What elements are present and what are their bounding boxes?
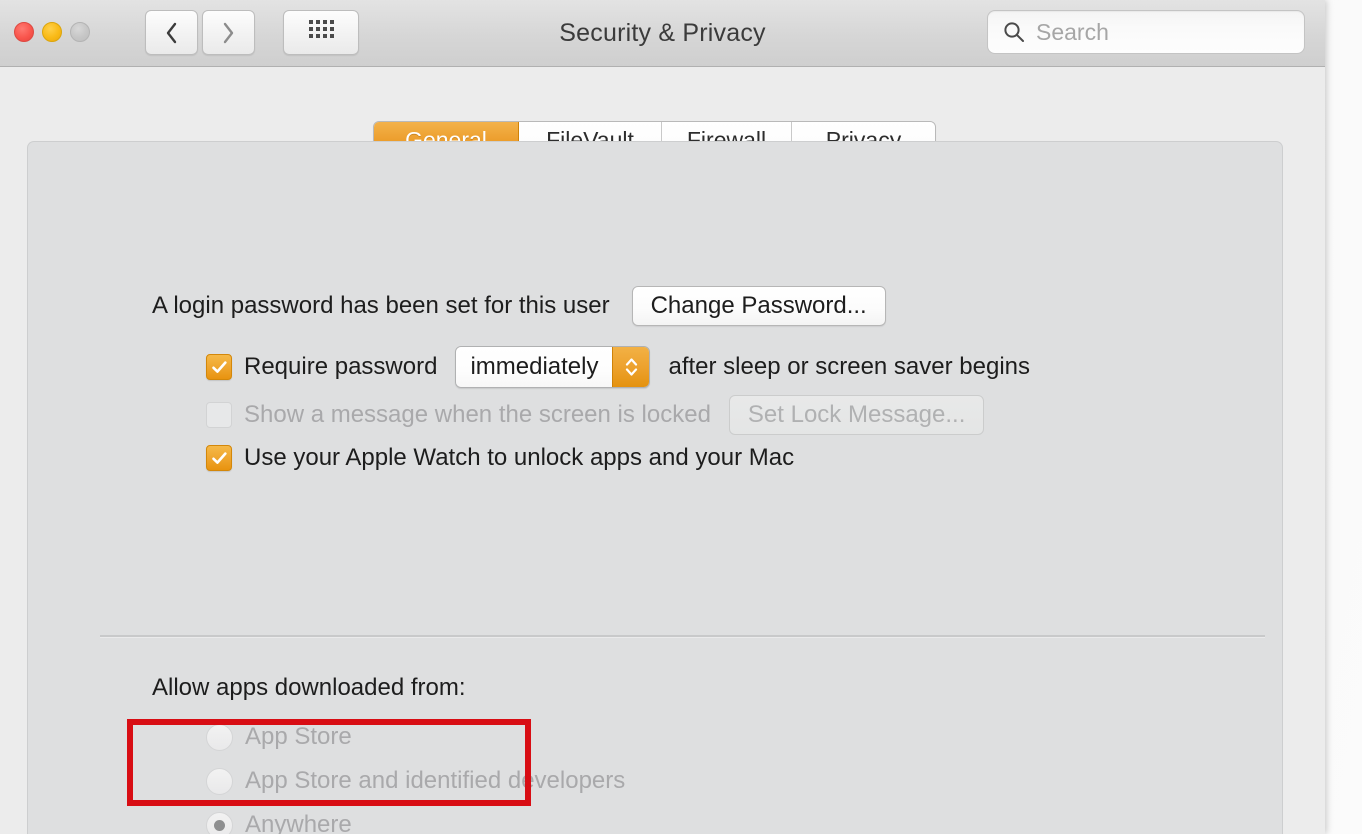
radio-identified-developers-label: App Store and identified developers bbox=[245, 767, 626, 794]
require-password-suffix: after sleep or screen saver begins bbox=[668, 353, 1031, 380]
search-input[interactable] bbox=[1036, 18, 1276, 46]
require-password-delay-value: immediately bbox=[456, 347, 613, 387]
section-divider bbox=[100, 635, 1265, 638]
allow-apps-option-identified-developers[interactable]: App Store and identified developers bbox=[206, 767, 625, 795]
search-icon bbox=[1004, 22, 1024, 42]
general-pane: A login password has been set for this u… bbox=[27, 141, 1283, 834]
apple-watch-checkbox[interactable] bbox=[206, 445, 232, 471]
lock-message-checkbox[interactable] bbox=[206, 402, 232, 428]
radio-anywhere-label: Anywhere bbox=[245, 811, 352, 834]
require-password-checkbox[interactable] bbox=[206, 354, 232, 380]
checkmark-icon bbox=[211, 451, 227, 464]
radio-anywhere[interactable] bbox=[206, 811, 233, 834]
set-lock-message-button: Set Lock Message... bbox=[728, 395, 985, 435]
require-password-delay-popup[interactable]: immediately bbox=[455, 346, 651, 388]
login-password-status: A login password has been set for this u… bbox=[152, 292, 610, 319]
preference-body: General FileVault Firewall Privacy A log… bbox=[0, 67, 1325, 834]
allow-apps-option-anywhere[interactable]: Anywhere bbox=[206, 811, 352, 834]
login-password-row: A login password has been set for this u… bbox=[152, 286, 886, 326]
allow-apps-title-row: Allow apps downloaded from: bbox=[152, 674, 466, 702]
chevron-up-down-icon bbox=[625, 358, 638, 376]
apple-watch-label: Use your Apple Watch to unlock apps and … bbox=[244, 444, 795, 471]
radio-selected-dot-icon bbox=[214, 819, 225, 831]
radio-app-store-label: App Store bbox=[245, 723, 352, 750]
lock-message-row: Show a message when the screen is locked… bbox=[206, 395, 985, 435]
lock-message-label: Show a message when the screen is locked bbox=[244, 401, 711, 428]
radio-app-store[interactable] bbox=[206, 723, 233, 751]
require-password-label: Require password bbox=[244, 353, 438, 380]
stepper-chevrons-icon[interactable] bbox=[612, 347, 650, 387]
allow-apps-title: Allow apps downloaded from: bbox=[152, 674, 466, 701]
search-field[interactable] bbox=[987, 10, 1305, 54]
checkmark-icon bbox=[211, 360, 227, 373]
radio-identified-developers[interactable] bbox=[206, 767, 233, 795]
apple-watch-row: Use your Apple Watch to unlock apps and … bbox=[206, 444, 794, 472]
require-password-row: Require password immediately after sleep… bbox=[206, 346, 1030, 388]
window-toolbar: Security & Privacy bbox=[0, 0, 1325, 67]
change-password-button[interactable]: Change Password... bbox=[631, 286, 886, 326]
allow-apps-option-app-store[interactable]: App Store bbox=[206, 723, 352, 751]
security-privacy-window: Security & Privacy General FileVault Fir… bbox=[0, 0, 1325, 834]
